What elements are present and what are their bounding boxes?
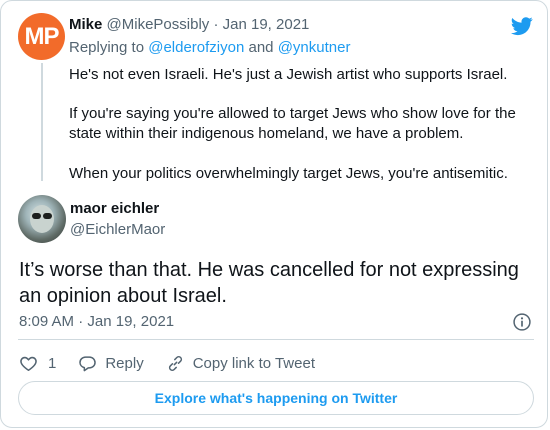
parent-tweet-header: Mike @MikePossibly · Jan 19, 2021: [69, 16, 309, 33]
reply-button[interactable]: Reply: [78, 354, 144, 373]
twitter-bird-icon[interactable]: [509, 15, 535, 37]
like-button[interactable]: 1: [19, 354, 56, 373]
heart-icon: [20, 356, 37, 371]
mention-ynkutner[interactable]: @ynkutner: [278, 39, 351, 56]
avatar-maor-eichler[interactable]: [18, 195, 66, 243]
divider: [18, 339, 534, 340]
tweet-time: 8:09 AM: [19, 313, 75, 330]
tweet-date: Jan 19, 2021: [87, 313, 175, 330]
explore-label: Explore what's happening on Twitter: [154, 390, 398, 406]
reply-icon: [79, 355, 97, 371]
main-tweet-text: It’s worse than that. He was cancelled f…: [19, 259, 519, 307]
like-count: 1: [48, 354, 57, 372]
main-display-name[interactable]: maor eichler: [70, 200, 159, 217]
copy-link-button[interactable]: Copy link to Tweet: [166, 354, 315, 373]
tweet-timestamp[interactable]: 8:09 AM · Jan 19, 2021: [19, 313, 174, 330]
avatar-face: [30, 205, 54, 233]
timestamp-separator: ·: [78, 313, 84, 330]
main-handle[interactable]: @EichlerMaor: [70, 221, 165, 238]
replying-prefix: Replying to: [69, 39, 145, 56]
reply-label: Reply: [105, 354, 144, 372]
tweet-embed-card: MP Mike @MikePossibly · Jan 19, 2021 Rep…: [0, 0, 548, 428]
thread-line: [41, 63, 43, 181]
parent-tweet-paragraph-1: He's not even Israeli. He's just a Jewis…: [69, 66, 508, 83]
parent-tweet-paragraph-2: If you're saying you're allowed to targe…: [69, 105, 516, 142]
tweet-actions: 1 Reply Copy link to Tweet: [19, 352, 337, 374]
parent-tweet-paragraph-3: When your politics overwhelmingly target…: [69, 165, 508, 182]
parent-handle[interactable]: @MikePossibly: [107, 16, 210, 33]
explore-twitter-button[interactable]: Explore what's happening on Twitter: [18, 381, 534, 415]
link-icon: [168, 355, 182, 371]
avatar-glasses-right: [43, 213, 52, 219]
copy-link-label: Copy link to Tweet: [192, 354, 315, 372]
avatar-glasses-left: [32, 213, 41, 219]
parent-date[interactable]: Jan 19, 2021: [223, 16, 310, 33]
parent-display-name[interactable]: Mike: [69, 16, 102, 33]
avatar-initials: MP: [24, 22, 60, 50]
replying-to: Replying to @elderofziyon and @ynkutner: [69, 39, 350, 56]
mention-elderofziyon[interactable]: @elderofziyon: [148, 39, 244, 56]
replying-and: and: [248, 39, 274, 56]
avatar-mike[interactable]: MP: [18, 13, 65, 60]
header-separator: ·: [213, 16, 219, 33]
info-icon[interactable]: [512, 312, 532, 332]
